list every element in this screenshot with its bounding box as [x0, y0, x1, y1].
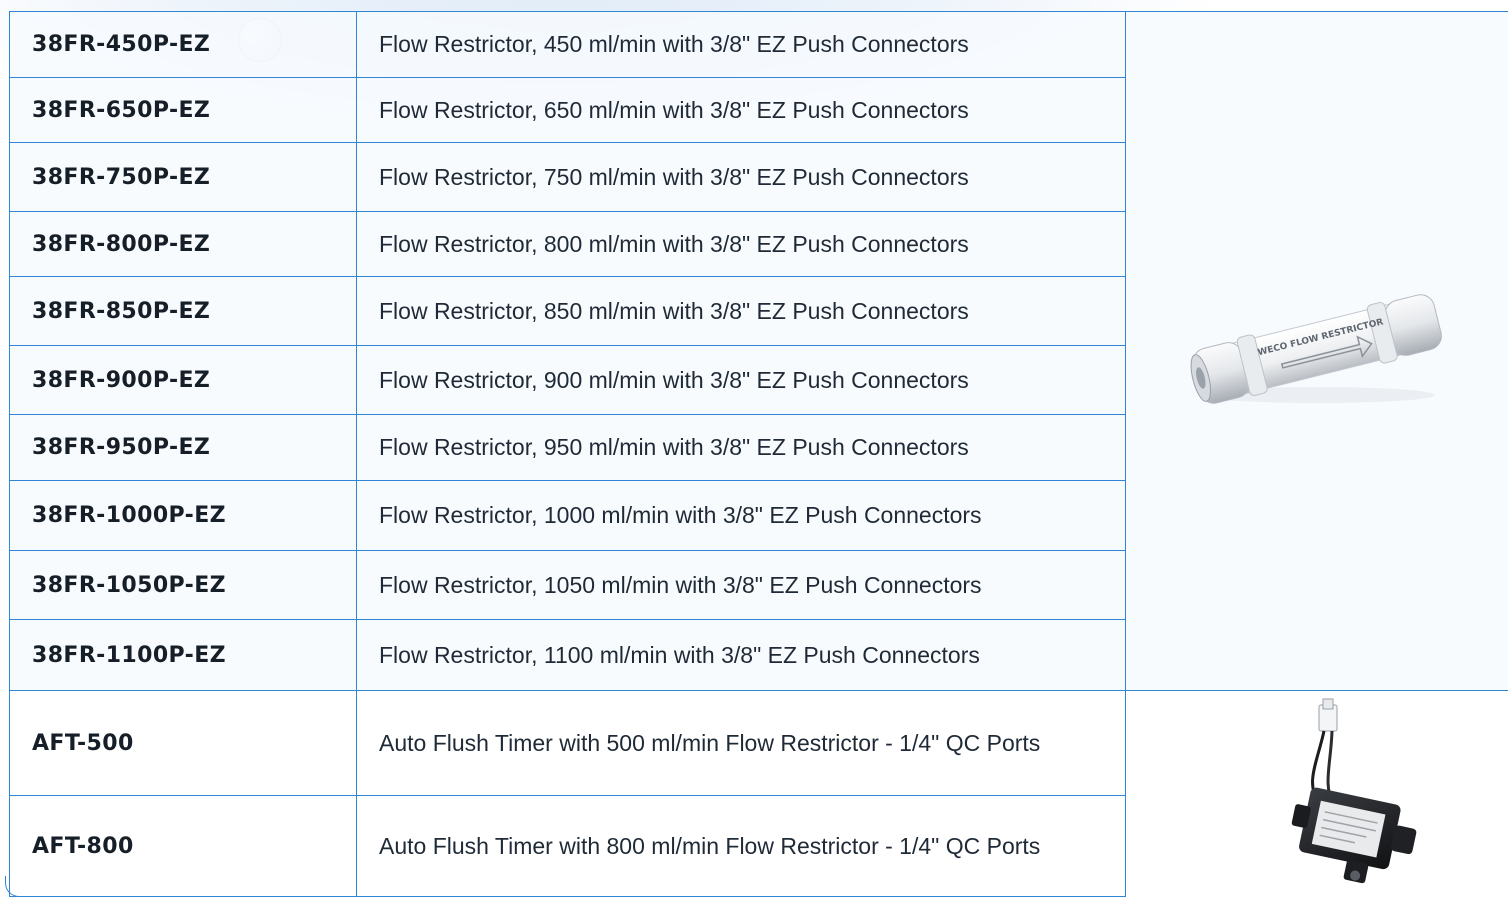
table-row: AFT-500 Auto Flush Timer with 500 ml/min…: [9, 690, 1508, 897]
description-cell: Flow Restrictor, 1000 ml/min with 3/8" E…: [356, 480, 1126, 551]
description-cell: Flow Restrictor, 850 ml/min with 3/8" EZ…: [356, 276, 1126, 346]
description-cell: Auto Flush Timer with 500 ml/min Flow Re…: [356, 690, 1126, 796]
sku-cell: 38FR-1100P-EZ: [9, 619, 357, 691]
table-row: 38FR-450P-EZ Flow Restrictor, 450 ml/min…: [9, 11, 1508, 691]
sku-cell: 38FR-450P-EZ: [9, 11, 357, 78]
sku-cell: AFT-800: [9, 795, 357, 897]
description-cell: Flow Restrictor, 650 ml/min with 3/8" EZ…: [356, 77, 1126, 143]
sku-cell: 38FR-850P-EZ: [9, 276, 357, 346]
sku-cell: 38FR-800P-EZ: [9, 211, 357, 277]
flow-restrictor-product-photo: WECO FLOW RESTRICTOR: [1190, 294, 1442, 404]
table-corner-decoration: [5, 876, 22, 897]
sku-cell: AFT-500: [9, 690, 357, 796]
flow-restrictor-image-cell: WECO FLOW RESTRICTOR: [1125, 11, 1508, 691]
auto-flush-timer-product-photo: [1291, 698, 1417, 883]
description-cell: Flow Restrictor, 450 ml/min with 3/8" EZ…: [356, 11, 1126, 78]
sku-cell: 38FR-950P-EZ: [9, 414, 357, 481]
description-cell: Flow Restrictor, 950 ml/min with 3/8" EZ…: [356, 414, 1126, 481]
description-cell: Auto Flush Timer with 800 ml/min Flow Re…: [356, 795, 1126, 897]
sku-cell: 38FR-900P-EZ: [9, 345, 357, 415]
description-cell: Flow Restrictor, 750 ml/min with 3/8" EZ…: [356, 142, 1126, 212]
description-cell: Flow Restrictor, 800 ml/min with 3/8" EZ…: [356, 211, 1126, 277]
sku-cell: 38FR-1000P-EZ: [9, 480, 357, 551]
sku-cell: 38FR-750P-EZ: [9, 142, 357, 212]
product-table: 38FR-450P-EZ Flow Restrictor, 450 ml/min…: [9, 11, 1508, 897]
auto-flush-timer-image-cell: [1125, 690, 1508, 897]
description-cell: Flow Restrictor, 1100 ml/min with 3/8" E…: [356, 619, 1126, 691]
description-cell: Flow Restrictor, 900 ml/min with 3/8" EZ…: [356, 345, 1126, 415]
sku-cell: 38FR-1050P-EZ: [9, 550, 357, 620]
description-cell: Flow Restrictor, 1050 ml/min with 3/8" E…: [356, 550, 1126, 620]
sku-cell: 38FR-650P-EZ: [9, 77, 357, 143]
